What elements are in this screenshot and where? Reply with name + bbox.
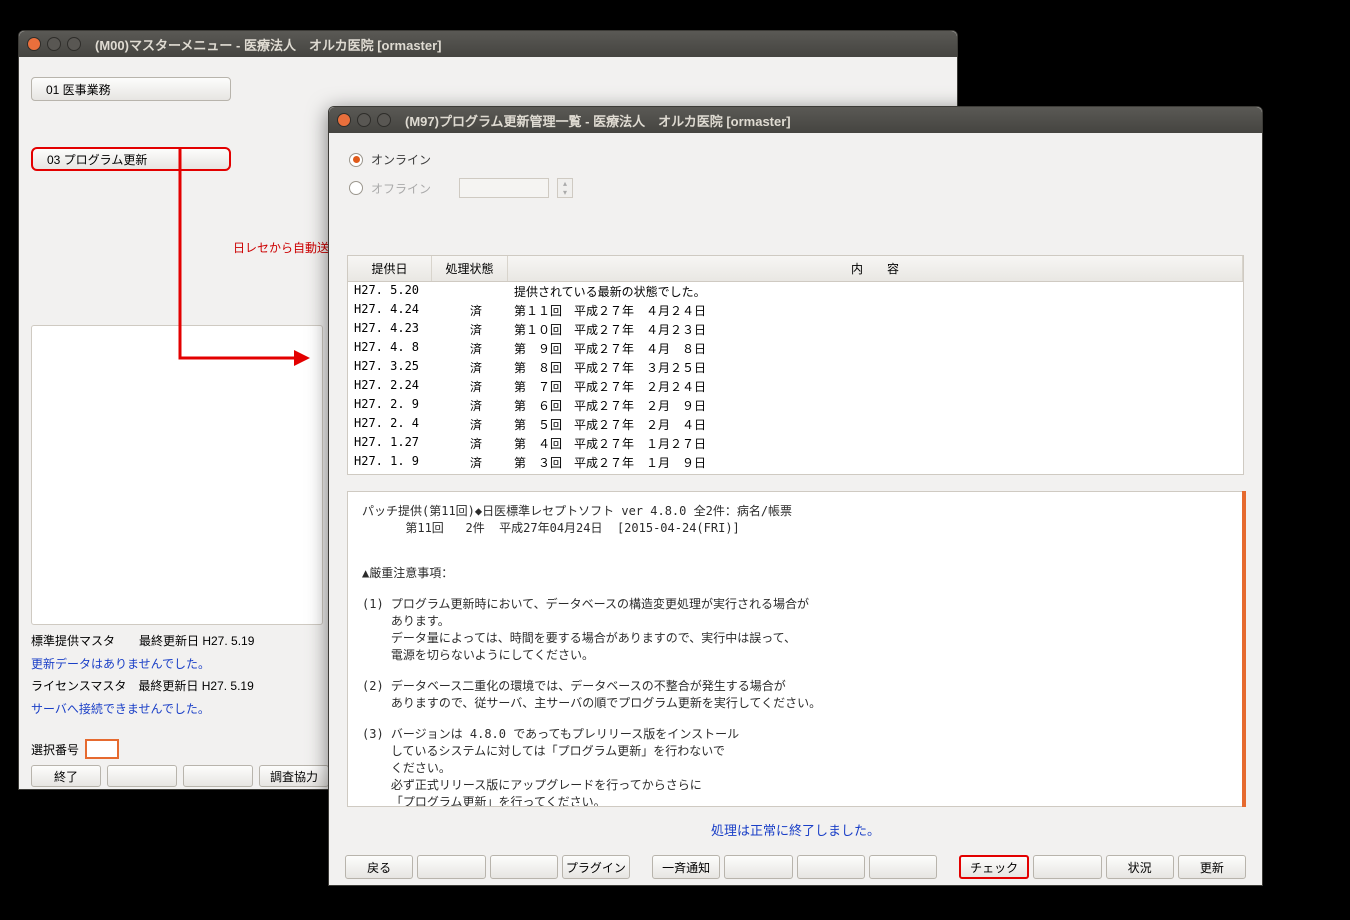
cell-status: 済 [438, 321, 514, 338]
table-row[interactable]: H27. 4.23済第１０回 平成２７年 ４月２３日 [348, 320, 1243, 339]
table-row[interactable]: H27. 2. 9済第 ６回 平成２７年 ２月 ９日 [348, 396, 1243, 415]
table-row[interactable]: H27. 3.25済第 ８回 平成２７年 ３月２５日 [348, 358, 1243, 377]
menu-01-button[interactable]: 01 医事業務 [31, 77, 231, 101]
close-icon[interactable] [337, 113, 351, 127]
cell-content: 第 ８回 平成２７年 ３月２５日 [514, 359, 1237, 376]
exit-button[interactable]: 終了 [31, 765, 101, 787]
table-row[interactable]: H27. 2.24済第 ７回 平成２７年 ２月２４日 [348, 377, 1243, 396]
maximize-icon[interactable] [67, 37, 81, 51]
cell-content: 第 ７回 平成２７年 ２月２４日 [514, 378, 1237, 395]
menu-03-button[interactable]: 03 プログラム更新 [31, 147, 231, 171]
cell-status: 済 [438, 340, 514, 357]
auto-send-note: 日レセから自動送 [233, 239, 329, 256]
cell-status: 済 [438, 416, 514, 433]
back-button[interactable]: 戻る [345, 855, 413, 879]
cell-content: 第 ３回 平成２７年 １月 ９日 [514, 454, 1237, 471]
cell-status: 済 [438, 378, 514, 395]
table-row[interactable]: H27. 5.20 提供されている最新の状態でした。 [348, 282, 1243, 301]
cell-status [438, 283, 514, 300]
cell-content: 第１１回 平成２７年 ４月２４日 [514, 302, 1237, 319]
select-number-input[interactable] [85, 739, 119, 759]
status-message: 処理は正常に終了しました。 [337, 820, 1254, 839]
cell-content: 第 ５回 平成２７年 ２月 ４日 [514, 416, 1237, 433]
situation-button[interactable]: 状況 [1106, 855, 1174, 879]
cell-status: 済 [438, 454, 514, 471]
cell-status: 済 [438, 435, 514, 452]
status-line-2: 更新データはありませんでした。 [31, 653, 331, 676]
table-row[interactable]: H27. 1. 9済第 ３回 平成２７年 １月 ９日 [348, 453, 1243, 472]
table-row[interactable]: H27. 2. 4済第 ５回 平成２７年 ２月 ４日 [348, 415, 1243, 434]
cell-date: H27. 2. 9 [354, 397, 438, 414]
cell-content: 提供されている最新の状態でした。 [514, 283, 1237, 300]
blank-button[interactable] [417, 855, 485, 879]
cell-date: H27. 1.27 [354, 435, 438, 452]
table-row[interactable]: H27. 1.27済第 ４回 平成２７年 １月２７日 [348, 434, 1243, 453]
blank-button-1[interactable] [107, 765, 177, 787]
col-content: 内 容 [508, 256, 1243, 281]
cell-content: 第 ９回 平成２７年 ４月 ８日 [514, 340, 1237, 357]
col-status: 処理状態 [432, 256, 508, 281]
cell-status: 済 [438, 397, 514, 414]
titlebar-back[interactable]: (M00)マスターメニュー - 医療法人 オルカ医院 [ormaster] [19, 31, 957, 57]
close-icon[interactable] [27, 37, 41, 51]
minimize-icon[interactable] [357, 113, 371, 127]
cell-content: 第１０回 平成２７年 ４月２３日 [514, 321, 1237, 338]
radio-icon [349, 153, 363, 167]
status-line-4: サーバへ接続できませんでした。 [31, 698, 331, 721]
radio-online[interactable]: オンライン [349, 151, 1254, 168]
cell-date: H27. 4.23 [354, 321, 438, 338]
back-list-panel [31, 325, 323, 625]
plugin-button[interactable]: プラグイン [562, 855, 630, 879]
button-bar: 戻る プラグイン 一斉通知 チェック 状況 更新 [345, 855, 1246, 879]
cell-date: H27. 2. 4 [354, 416, 438, 433]
window-title: (M00)マスターメニュー - 医療法人 オルカ医院 [ormaster] [95, 35, 442, 54]
cell-date: H27. 3.25 [354, 359, 438, 376]
blank-button[interactable] [797, 855, 865, 879]
radio-offline: オフライン ▴▾ [349, 178, 1254, 198]
minimize-icon[interactable] [47, 37, 61, 51]
window-title: (M97)プログラム更新管理一覧 - 医療法人 オルカ医院 [ormaster] [405, 111, 791, 130]
table-row[interactable]: H27. 4. 8済第 ９回 平成２７年 ４月 ８日 [348, 339, 1243, 358]
table-row[interactable]: H27. 4.24済第１１回 平成２７年 ４月２４日 [348, 301, 1243, 320]
status-lines: 標準提供マスタ 最終更新日 H27. 5.19 更新データはありませんでした。 … [31, 630, 331, 721]
status-line-1: 標準提供マスタ 最終更新日 H27. 5.19 [31, 630, 331, 653]
blank-button[interactable] [724, 855, 792, 879]
cell-status: 済 [438, 302, 514, 319]
table-header: 提供日 処理状態 内 容 [348, 256, 1243, 282]
blank-button[interactable] [869, 855, 937, 879]
offline-input [459, 178, 549, 198]
update-button[interactable]: 更新 [1178, 855, 1246, 879]
status-line-3: ライセンスマスタ 最終更新日 H27. 5.19 [31, 675, 331, 698]
maximize-icon[interactable] [377, 113, 391, 127]
check-button[interactable]: チェック [959, 855, 1029, 879]
blank-button-2[interactable] [183, 765, 253, 787]
cell-date: H27. 4.24 [354, 302, 438, 319]
stepper-icon: ▴▾ [557, 178, 573, 198]
col-date: 提供日 [348, 256, 432, 281]
titlebar-front[interactable]: (M97)プログラム更新管理一覧 - 医療法人 オルカ医院 [ormaster] [329, 107, 1262, 133]
blank-button[interactable] [1033, 855, 1101, 879]
cell-content: 第 ４回 平成２７年 １月２７日 [514, 435, 1237, 452]
scrollbar-highlight[interactable] [1242, 491, 1246, 807]
update-table[interactable]: 提供日 処理状態 内 容 H27. 5.20提供されている最新の状態でした。H2… [347, 255, 1244, 475]
program-update-window: (M97)プログラム更新管理一覧 - 医療法人 オルカ医院 [ormaster]… [328, 106, 1263, 886]
issei-button[interactable]: 一斉通知 [652, 855, 720, 879]
survey-button[interactable]: 調査協力 [259, 765, 329, 787]
cell-content: 第 ６回 平成２７年 ２月 ９日 [514, 397, 1237, 414]
blank-button[interactable] [490, 855, 558, 879]
cell-date: H27. 4. 8 [354, 340, 438, 357]
cell-date: H27. 2.24 [354, 378, 438, 395]
select-number-label: 選択番号 [31, 741, 79, 758]
radio-icon [349, 181, 363, 195]
cell-date: H27. 5.20 [354, 283, 438, 300]
cell-status: 済 [438, 359, 514, 376]
detail-panel[interactable]: パッチ提供(第11回)◆日医標準レセプトソフト ver 4.8.0 全2件：病名… [347, 491, 1244, 807]
cell-date: H27. 1. 9 [354, 454, 438, 471]
